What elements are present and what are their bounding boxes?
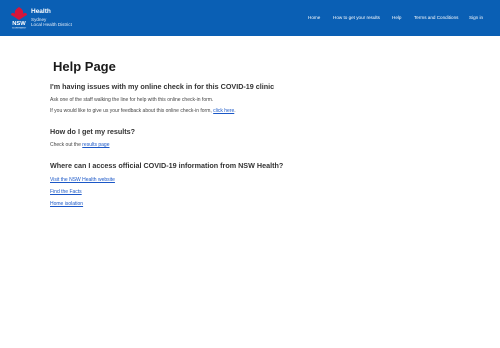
checkin-help-text: Ask one of the staff walking the line fo… [50,97,214,103]
results-text: Check out the results page [50,142,110,148]
info-link-row-1: Visit the NSW Health website [50,177,115,183]
nav-results[interactable]: How to get your results [333,15,380,20]
page-title: Help Page [53,59,116,74]
section-heading-results: How do I get my results? [50,127,136,136]
nav-terms[interactable]: Terms and Conditions [414,15,458,20]
info-link-row-2: Find the Facts [50,189,82,195]
section-heading-covid-info: Where can I access official COVID-19 inf… [50,161,284,170]
feedback-text-prefix: If you would like to give us your feedba… [50,108,214,114]
top-header-bar: NSW GOVERNMENT Health Sydney Local Healt… [0,0,500,36]
main-nav: Home How to get your results Help Terms … [0,15,500,23]
feedback-text: If you would like to give us your feedba… [50,108,236,114]
logo-caption: GOVERNMENT [12,28,27,30]
nav-signin[interactable]: Sign in [469,15,483,20]
home-isolation-link[interactable]: Home isolation [50,201,83,207]
info-link-row-3: Home isolation [50,201,83,207]
feedback-click-here-link[interactable]: click here [213,108,234,114]
nsw-health-website-link[interactable]: Visit the NSW Health website [50,177,115,183]
feedback-text-suffix: . [234,108,236,114]
results-page-link[interactable]: results page [82,142,109,148]
nav-help[interactable]: Help [392,15,401,20]
find-the-facts-link[interactable]: Find the Facts [50,189,82,195]
nav-home[interactable]: Home [308,15,320,20]
results-text-prefix: Check out the [50,142,83,148]
section-heading-checkin-issues: I'm having issues with my online check i… [50,82,275,91]
